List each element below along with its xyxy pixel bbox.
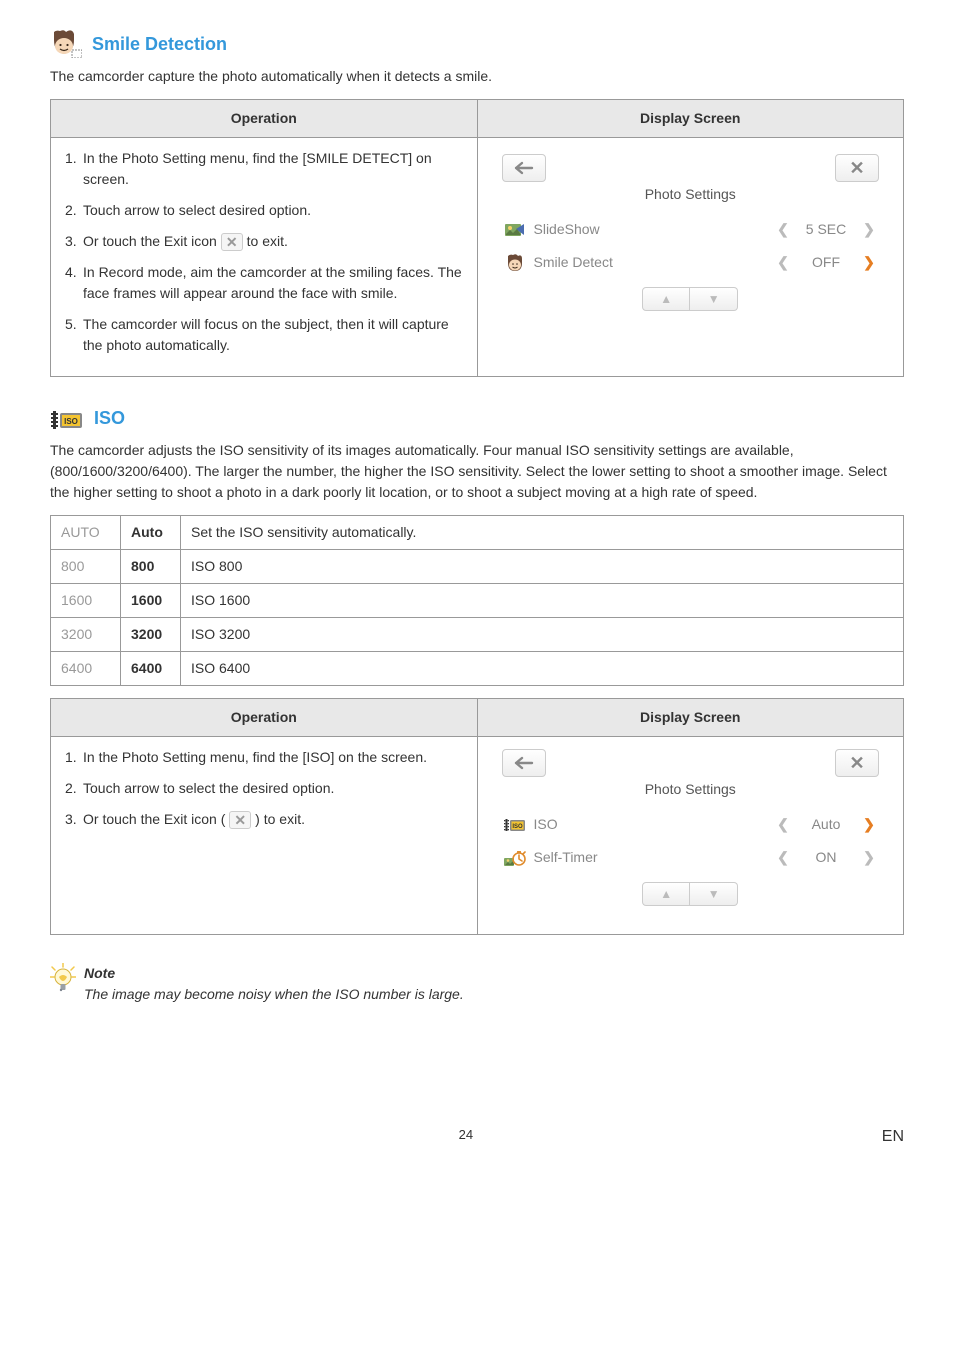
self-timer-value: ON — [799, 847, 853, 868]
close-icon: ✕ — [221, 233, 243, 251]
chevron-right-icon[interactable]: ❯ — [861, 219, 877, 240]
exit-button[interactable]: ✕ — [835, 749, 879, 777]
smile-detect-value: OFF — [799, 252, 853, 273]
smile-detect-row: Smile Detect ❮ OFF ❯ — [496, 246, 886, 279]
svg-text:ISO: ISO — [512, 824, 523, 830]
up-button[interactable]: ▲ — [642, 287, 690, 311]
list-item: 2.Touch arrow to select desired option. — [65, 200, 463, 221]
footer: 24 EN — [50, 1125, 904, 1149]
back-button[interactable] — [502, 154, 546, 182]
face-icon — [50, 30, 82, 58]
smile-detect-label: Smile Detect — [534, 252, 768, 273]
list-item: 1.In the Photo Setting menu, find the [I… — [65, 747, 463, 768]
iso-heading-text: ISO — [94, 405, 125, 432]
slideshow-label: SlideShow — [534, 219, 768, 240]
list-item: 5.The camcorder will focus on the subjec… — [65, 314, 463, 356]
note-body: The image may become noisy when the ISO … — [84, 984, 464, 1005]
iso-settings-table: AUTOAutoSet the ISO sensitivity automati… — [50, 515, 904, 686]
list-item: 4.In Record mode, aim the camcorder at t… — [65, 262, 463, 304]
iso-row: ISO ISO ❮ Auto ❯ — [496, 808, 886, 841]
back-button[interactable] — [502, 749, 546, 777]
chevron-left-icon[interactable]: ❮ — [775, 219, 791, 240]
table-row: 64006400ISO 6400 — [51, 652, 904, 686]
chevron-right-icon[interactable]: ❯ — [861, 847, 877, 868]
operation-header: Operation — [51, 100, 478, 138]
iso-label: ISO — [534, 814, 768, 835]
up-button[interactable]: ▲ — [642, 882, 690, 906]
close-icon: ✕ — [229, 811, 251, 829]
table-row: 32003200ISO 3200 — [51, 618, 904, 652]
language-code: EN — [882, 1125, 904, 1149]
chevron-left-icon[interactable]: ❮ — [775, 814, 791, 835]
note-block: Note The image may become noisy when the… — [50, 963, 904, 1005]
photo-settings-title: Photo Settings — [496, 184, 886, 205]
list-item: 3.Or touch the Exit icon ( ✕ ) to exit. — [65, 809, 463, 830]
photo-settings-title: Photo Settings — [496, 779, 886, 800]
table-row: 16001600ISO 1600 — [51, 584, 904, 618]
down-button[interactable]: ▼ — [690, 287, 738, 311]
smile-detection-heading: Smile Detection — [50, 30, 904, 58]
iso-icon: ISO — [50, 407, 84, 431]
display-screen-header: Display Screen — [477, 100, 904, 138]
table-row: 800800ISO 800 — [51, 550, 904, 584]
smile-intro: The camcorder capture the photo automati… — [50, 66, 904, 87]
smile-display-screen: ✕ Photo Settings SlideShow ❮ 5 SEC ❯ — [492, 148, 890, 329]
iso-heading: ISO ISO — [50, 405, 904, 432]
note-title: Note — [84, 963, 464, 984]
lightbulb-icon — [50, 963, 76, 993]
svg-text:ISO: ISO — [64, 417, 78, 426]
smile-heading-text: Smile Detection — [92, 31, 227, 58]
self-timer-icon — [504, 848, 526, 868]
self-timer-row: Self-Timer ❮ ON ❯ — [496, 841, 886, 874]
iso-item-icon: ISO — [504, 815, 526, 835]
iso-op-table: Operation Display Screen 1.In the Photo … — [50, 698, 904, 935]
iso-value: Auto — [799, 814, 853, 835]
iso-display-screen: ✕ Photo Settings ISO ISO ❮ Auto ❯ Sel — [492, 747, 890, 924]
slideshow-value: 5 SEC — [799, 219, 853, 240]
smile-table: Operation Display Screen 1.In the Photo … — [50, 99, 904, 377]
chevron-left-icon[interactable]: ❮ — [775, 252, 791, 273]
exit-button[interactable]: ✕ — [835, 154, 879, 182]
down-button[interactable]: ▼ — [690, 882, 738, 906]
display-screen-header: Display Screen — [477, 699, 904, 737]
operation-header: Operation — [51, 699, 478, 737]
self-timer-label: Self-Timer — [534, 847, 768, 868]
list-item: 1.In the Photo Setting menu, find the [S… — [65, 148, 463, 190]
page-number: 24 — [50, 1125, 882, 1149]
chevron-right-icon[interactable]: ❯ — [861, 814, 877, 835]
chevron-right-icon[interactable]: ❯ — [861, 252, 877, 273]
chevron-left-icon[interactable]: ❮ — [775, 847, 791, 868]
iso-intro: The camcorder adjusts the ISO sensitivit… — [50, 440, 904, 503]
iso-operation-list: 1.In the Photo Setting menu, find the [I… — [65, 747, 463, 830]
table-row: AUTOAutoSet the ISO sensitivity automati… — [51, 516, 904, 550]
slideshow-icon — [504, 220, 526, 240]
slideshow-row: SlideShow ❮ 5 SEC ❯ — [496, 213, 886, 246]
list-item: 2.Touch arrow to select the desired opti… — [65, 778, 463, 799]
smile-detect-icon — [504, 253, 526, 273]
smile-operation-list: 1.In the Photo Setting menu, find the [S… — [65, 148, 463, 356]
list-item: 3.Or touch the Exit icon ✕ to exit. — [65, 231, 463, 252]
